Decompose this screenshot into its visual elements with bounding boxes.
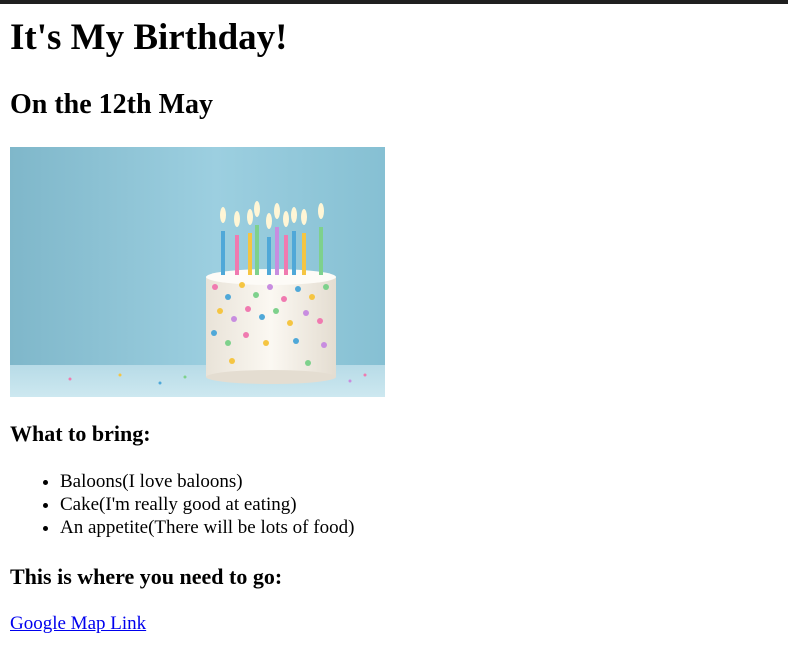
top-border: [0, 0, 788, 4]
directions-heading: This is where you need to go:: [10, 564, 283, 589]
list-item: An appetite(There will be lots of food): [60, 516, 354, 539]
date-heading: On the 12th May: [10, 89, 213, 120]
list-item: Baloons(I love baloons): [60, 470, 354, 493]
bring-list: Baloons(I love baloons) Cake(I'm really …: [10, 470, 354, 539]
what-to-bring-heading: What to bring:: [10, 421, 151, 446]
google-map-link[interactable]: Google Map Link: [10, 612, 146, 635]
list-item: Cake(I'm really good at eating): [60, 493, 354, 516]
birthday-cake-image: [10, 147, 385, 397]
page-title: It's My Birthday!: [10, 17, 288, 58]
